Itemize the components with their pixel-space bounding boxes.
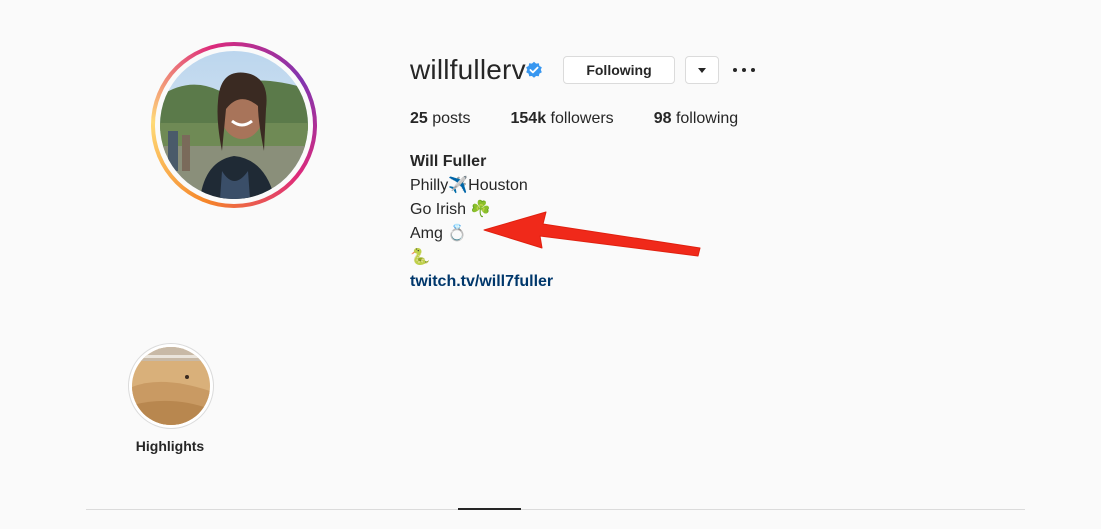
bio-full-name: Will Fuller (410, 153, 487, 170)
avatar-photo (160, 51, 308, 199)
following-count: 98 (653, 110, 672, 127)
bio-website-link[interactable]: twitch.tv/will7fuller (410, 270, 553, 294)
highlight-cover-image (132, 347, 210, 425)
profile-page: willfullerv Following 25 posts 154k foll… (0, 0, 1101, 529)
suggested-dropdown-button[interactable] (685, 56, 719, 84)
following-stat[interactable]: 98 following (654, 108, 739, 130)
profile-avatar[interactable] (151, 42, 317, 208)
followers-label: followers (550, 110, 614, 127)
posts-label: posts (432, 110, 471, 127)
story-highlight[interactable] (128, 343, 214, 429)
verified-badge-icon (526, 61, 542, 78)
followers-stat[interactable]: 154k followers (511, 108, 614, 130)
profile-stats: 25 posts 154k followers 98 following (410, 108, 778, 130)
posts-stat: 25 posts (410, 108, 471, 130)
dot (733, 68, 737, 72)
avatar-border (155, 46, 313, 204)
more-options-icon[interactable] (733, 60, 755, 80)
annotation-arrow-icon (483, 211, 701, 257)
active-tab-indicator (458, 508, 521, 510)
posts-count: 25 (410, 110, 428, 127)
following-button[interactable]: Following (563, 56, 675, 84)
profile-username: willfullerv (410, 54, 526, 85)
following-label: following (675, 110, 739, 127)
highlight-label: Highlights (135, 438, 205, 454)
tabs-divider (86, 509, 1025, 510)
dot (751, 68, 755, 72)
dot (742, 68, 746, 72)
followers-count: 154k (510, 110, 547, 127)
bio-line: Philly✈️Houston (410, 177, 528, 194)
chevron-down-icon (698, 67, 706, 73)
